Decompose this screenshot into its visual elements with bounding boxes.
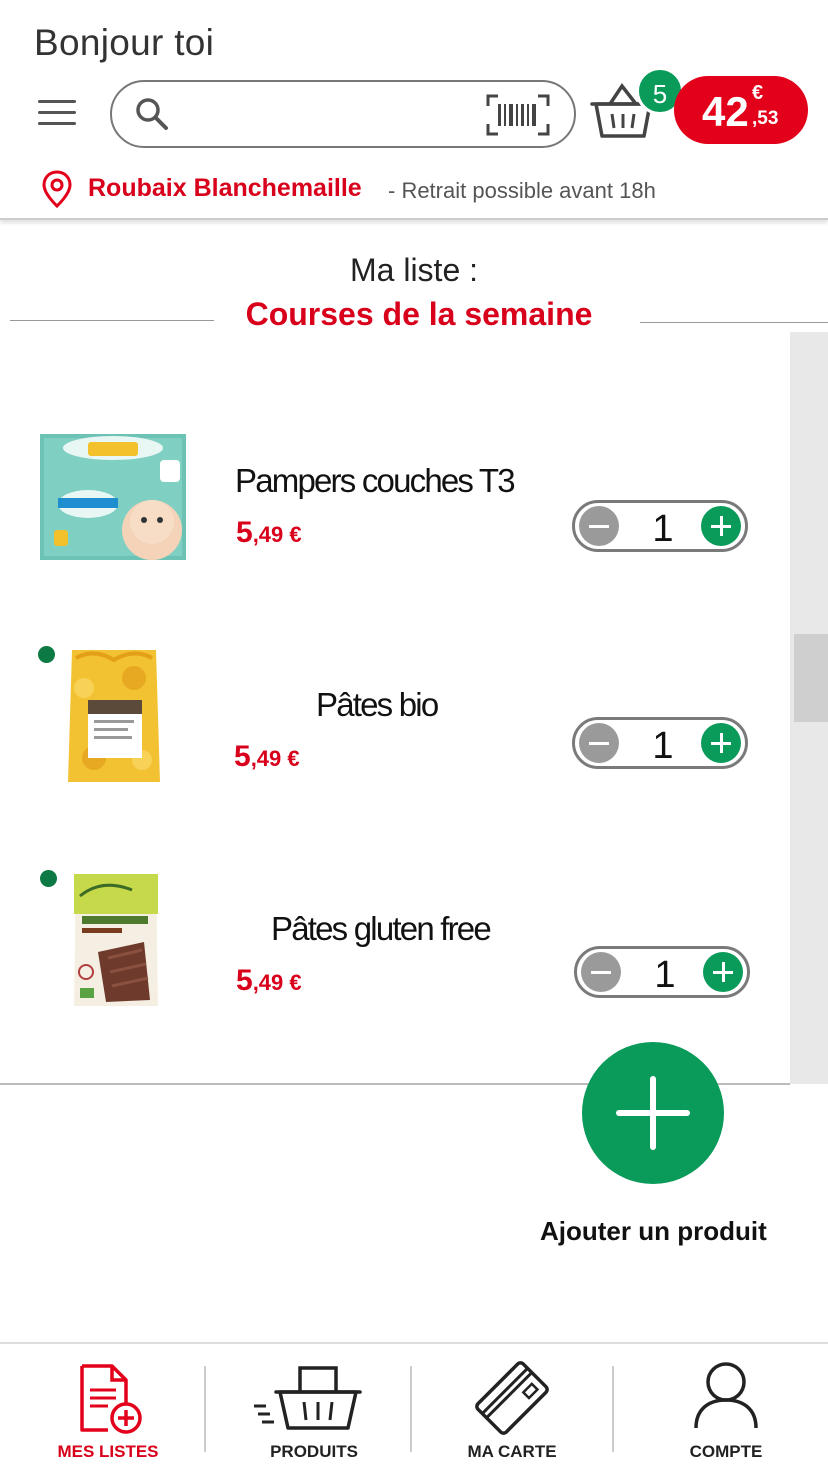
product-image-pates-bio: [68, 650, 160, 782]
product-image-pates-gluten-free: [74, 874, 158, 1006]
nav-item-mes-listes[interactable]: MES LISTES: [30, 1344, 186, 1472]
add-product-button[interactable]: [582, 1042, 724, 1184]
card-icon: [475, 1361, 549, 1435]
quantity-value: 1: [654, 954, 676, 996]
nav-label: PRODUITS: [270, 1442, 358, 1461]
quantity-stepper[interactable]: 1: [572, 717, 748, 769]
product-price-int: 5: [236, 516, 253, 549]
quantity-value: 1: [652, 508, 674, 550]
product-name: Pâtes gluten free: [271, 910, 492, 947]
list-item[interactable]: Pampers couches T3 5,49 € 1: [0, 410, 790, 610]
product-image-pampers: [40, 434, 186, 560]
product-price-dec: ,49 €: [252, 970, 302, 995]
list-add-icon: [80, 1364, 142, 1434]
decrease-quantity-button[interactable]: [579, 723, 619, 763]
pickup-info: - Retrait possible avant 18h: [388, 178, 656, 203]
organic-badge-icon: [40, 870, 57, 887]
nav-item-ma-carte[interactable]: MA CARTE: [434, 1344, 590, 1472]
user-icon: [694, 1362, 758, 1429]
product-price-int: 5: [236, 964, 253, 997]
product-price-dec: ,49 €: [252, 522, 302, 547]
product-price-int: 5: [234, 740, 251, 773]
greeting-title: Bonjour toi: [34, 22, 215, 63]
decrease-quantity-button[interactable]: [579, 506, 619, 546]
location-pin-icon: [42, 170, 72, 208]
nav-label: MA CARTE: [467, 1442, 557, 1461]
search-bar[interactable]: [110, 80, 576, 148]
search-input[interactable]: [182, 92, 482, 136]
cart-total-integer: 42: [702, 88, 749, 135]
list-item[interactable]: Pâtes bio 5,49 € 1: [0, 640, 790, 840]
title-divider-right: [640, 322, 828, 323]
increase-quantity-button[interactable]: [701, 506, 741, 546]
basket-icon: [254, 1366, 362, 1430]
nav-item-compte[interactable]: COMPTE: [648, 1344, 804, 1472]
organic-badge-icon: [38, 646, 55, 663]
cart-total-decimal: ,53: [752, 108, 779, 129]
nav-label: MES LISTES: [57, 1442, 159, 1461]
nav-separator: [612, 1366, 614, 1452]
scrollbar-thumb[interactable]: [794, 634, 828, 722]
hamburger-menu-icon[interactable]: [38, 100, 76, 128]
cart-total-button[interactable]: 42 € ,53: [674, 76, 808, 144]
nav-label: COMPTE: [689, 1442, 763, 1461]
list-name: Courses de la semaine: [245, 296, 593, 332]
store-name[interactable]: Roubaix Blanchemaille: [88, 174, 362, 203]
add-product-label[interactable]: Ajouter un produit: [540, 1216, 767, 1247]
product-price: 5,49 €: [236, 516, 302, 550]
quantity-stepper[interactable]: 1: [574, 946, 750, 998]
product-price-dec: ,49 €: [250, 746, 300, 771]
quantity-value: 1: [652, 725, 674, 767]
decrease-quantity-button[interactable]: [581, 952, 621, 992]
increase-quantity-button[interactable]: [701, 723, 741, 763]
nav-separator: [204, 1366, 206, 1452]
bottom-navigation: MES LISTES PRODUITS MA CARTE COMPTE: [0, 1342, 828, 1472]
nav-item-produits[interactable]: PRODUITS: [236, 1344, 392, 1472]
barcode-scan-icon[interactable]: [486, 94, 550, 136]
store-bar[interactable]: Roubaix Blanchemaille - Retrait possible…: [0, 164, 828, 220]
product-name: Pampers couches T3: [235, 462, 516, 499]
quantity-stepper[interactable]: 1: [572, 500, 748, 552]
cart-total-currency: €: [752, 82, 764, 104]
product-name: Pâtes bio: [316, 686, 439, 723]
list-item[interactable]: Pâtes gluten free 5,49 € 1: [0, 864, 790, 1064]
increase-quantity-button[interactable]: [703, 952, 743, 992]
list-label: Ma liste :: [349, 252, 479, 288]
product-price: 5,49 €: [236, 964, 302, 998]
nav-separator: [410, 1366, 412, 1452]
search-icon: [136, 98, 168, 130]
product-price: 5,49 €: [234, 740, 300, 774]
